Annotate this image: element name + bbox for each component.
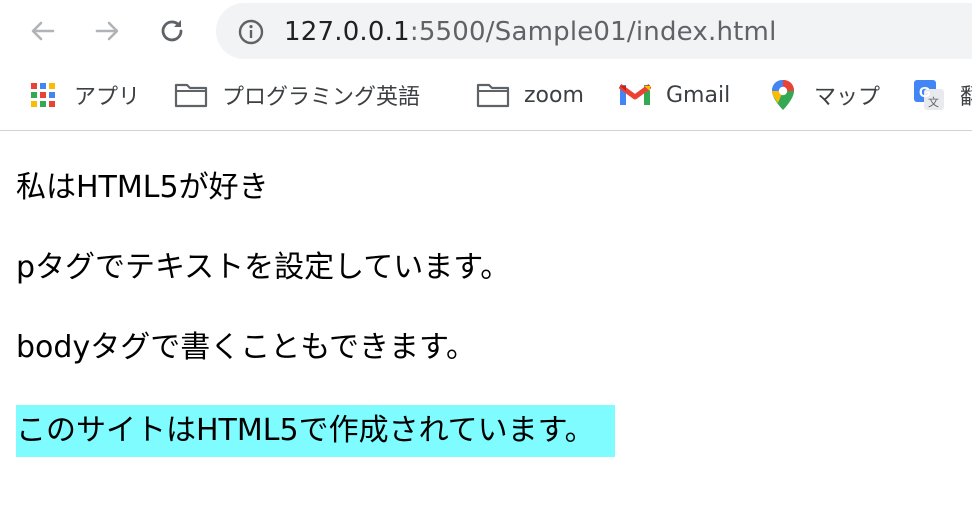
apps-dot [49,101,55,107]
arrow-right-icon [95,21,119,41]
back-button[interactable] [26,14,60,48]
paragraph-3: bodyタグで書くこともできます。 [16,330,476,365]
paragraph-1: 私はHTML5が好き [16,170,269,205]
maps-pin-icon [766,80,800,110]
reload-button[interactable] [155,14,189,48]
apps-dot [40,83,46,89]
apps-dot [49,92,55,98]
url-path: :5500/Sample01/index.html [409,17,777,47]
apps-dot [40,101,46,107]
bookmark-programming-english[interactable]: プログラミング英語 [174,78,420,112]
info-icon[interactable] [238,19,264,45]
paragraph-2: pタグでテキストを設定しています。 [16,250,511,285]
bookmark-label: zoom [524,82,584,108]
bookmark-label: アプリ [74,85,141,110]
translate-icon: G 文 [912,80,946,110]
folder-icon [476,80,510,110]
apps-dot [40,92,46,98]
apps-dot [31,83,37,89]
bookmark-label: Gmail [666,82,731,108]
bookmark-translate[interactable]: G 文 翻 [912,78,972,112]
apps-dot [31,101,37,107]
bookmarks-bar: アプリ プログラミング英語 zoom Gmail マップ G 文 翻 [0,62,972,131]
bookmark-label: プログラミング英語 [222,85,421,110]
arrow-left-icon [31,21,55,41]
folder-icon [174,80,208,110]
url-host: 127.0.0.1 [284,17,410,47]
highlighted-paragraph: このサイトはHTML5で作成されています。 [16,405,615,457]
reload-icon [161,20,183,42]
bookmark-zoom[interactable]: zoom [476,78,584,112]
bookmark-maps[interactable]: マップ [766,78,880,112]
url-text[interactable]: 127.0.0.1:5500/Sample01/index.html [284,16,777,48]
browser-toolbar: 127.0.0.1:5500/Sample01/index.html [0,0,972,62]
svg-text:文: 文 [928,95,939,109]
bookmark-label: マップ [814,85,881,110]
bookmark-gmail[interactable]: Gmail [618,78,730,112]
bookmark-apps[interactable]: アプリ [28,78,140,112]
bookmark-label: 翻 [960,85,972,110]
apps-dot [49,83,55,89]
gmail-icon [618,80,652,110]
apps-grid-icon [28,80,58,110]
apps-dot [31,92,37,98]
forward-button[interactable] [90,14,124,48]
address-bar[interactable]: 127.0.0.1:5500/Sample01/index.html [216,3,972,59]
